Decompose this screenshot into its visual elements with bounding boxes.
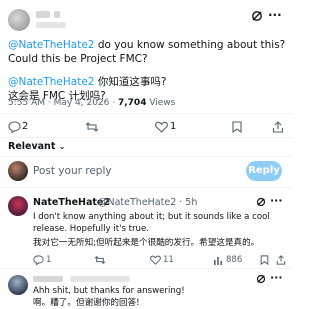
- sort-dropdown[interactable]: Relevant ⌄: [8, 141, 65, 152]
- repost-icon[interactable]: [85, 121, 99, 133]
- reply1-like-count: 11: [163, 255, 174, 265]
- view-count: 7,704: [117, 98, 147, 108]
- mention-link[interactable]: @NateTheHate2: [8, 39, 94, 51]
- reply1-share-icon[interactable]: [276, 255, 286, 265]
- reply-button[interactable]: Reply: [246, 161, 282, 181]
- author-name-blurred[interactable]: [36, 11, 50, 18]
- mention-link-zh[interactable]: @NateTheHate2: [8, 76, 94, 88]
- reply1-reply-icon[interactable]: [33, 255, 44, 265]
- reply2-name-blurred[interactable]: [33, 276, 63, 282]
- reply1-grok-icon[interactable]: [256, 197, 266, 207]
- view-label: Views: [146, 98, 176, 108]
- chevron-down-icon: ⌄: [58, 142, 66, 151]
- reply2-more-icon[interactable]: ···: [270, 271, 283, 284]
- reply2-grok-icon[interactable]: [256, 274, 266, 284]
- current-user-avatar[interactable]: [8, 161, 28, 181]
- grok-icon[interactable]: [251, 10, 263, 22]
- reply-count: 2: [22, 121, 29, 132]
- sort-label: Relevant: [8, 141, 56, 152]
- reply2-avatar[interactable]: [8, 275, 28, 295]
- reply1-handle-time[interactable]: @NateTheHate2 · 5h: [98, 197, 197, 208]
- reply1-view-count: 886: [226, 255, 243, 265]
- author-handle-blurred[interactable]: [36, 22, 66, 28]
- post-timestamp[interactable]: 5:55 AM · May 4, 2026 ·: [8, 98, 118, 108]
- reply1-views-icon[interactable]: [213, 255, 223, 265]
- reply-input[interactable]: Post your reply: [33, 165, 233, 177]
- author-avatar[interactable]: [8, 9, 30, 31]
- reply1-reply-count: 1: [46, 255, 52, 265]
- author-name-blurred-2[interactable]: [54, 11, 60, 18]
- share-icon[interactable]: [272, 121, 284, 133]
- more-options-icon[interactable]: ···: [268, 8, 282, 22]
- reply1-avatar[interactable]: [8, 196, 28, 216]
- reply1-repost-icon[interactable]: [94, 255, 106, 265]
- like-icon[interactable]: [155, 121, 168, 133]
- post-meta: 5:55 AM · May 4, 2026 · 7,704 Views: [8, 98, 175, 108]
- reply2-text-en: Ahh shit, but thanks for answering!: [33, 286, 185, 296]
- bookmark-icon[interactable]: [232, 121, 242, 133]
- reply1-like-icon[interactable]: [150, 255, 161, 265]
- reply1-text-zh: 我对它一无所知;但听起来是个很酷的发行。希望这是真的。: [33, 238, 260, 248]
- reply2-text-zh: 啊。糟了。但谢谢你的回答!: [33, 298, 140, 308]
- reply-icon[interactable]: [8, 121, 21, 133]
- post-text-en: @NateTheHate2 do you know something abou…: [8, 39, 286, 65]
- like-count: 1: [170, 121, 177, 132]
- reply1-text-en: I don't know anything about it; but it s…: [33, 212, 270, 234]
- reply1-bookmark-icon[interactable]: [260, 255, 269, 265]
- reply2-handle-blurred[interactable]: [70, 276, 130, 282]
- reply1-more-icon[interactable]: ···: [270, 194, 283, 207]
